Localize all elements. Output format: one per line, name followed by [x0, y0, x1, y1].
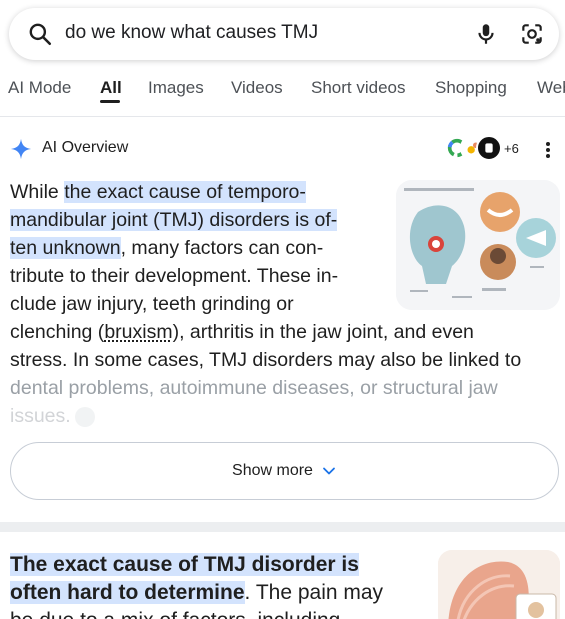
more-options-icon[interactable]: [540, 138, 556, 162]
tabs-divider: [0, 116, 565, 117]
featured-snippet-text: The exact cause of TMJ disorder is often…: [10, 551, 430, 619]
tab-ai-mode[interactable]: AI Mode: [8, 78, 71, 98]
overview-line: stress. In some cases, TMJ disorders may…: [10, 349, 522, 371]
chevron-down-icon: [323, 467, 335, 475]
snippet-line-2: often hard to determine. The pain may: [10, 581, 384, 604]
tmj-illustration-image[interactable]: [396, 180, 560, 310]
lens-camera-icon[interactable]: [519, 21, 545, 47]
tab-shopping[interactable]: Shopping: [435, 78, 507, 98]
overview-line: clude jaw injury, teeth grinding or: [10, 293, 294, 315]
active-tab-indicator: [100, 100, 120, 103]
ai-overview-title: AI Overview: [42, 139, 129, 156]
ai-sparkle-icon: [10, 138, 32, 160]
overview-line: mandibular joint (TMJ) disorders is of-: [10, 209, 338, 231]
search-input[interactable]: do we know what causes TMJ: [65, 22, 318, 44]
show-more-button[interactable]: Show more: [10, 442, 559, 500]
overview-line: While the exact cause of temporo-: [10, 181, 306, 203]
jaw-muscle-graphic: [438, 550, 560, 619]
search-bar[interactable]: do we know what causes TMJ: [9, 8, 559, 60]
snippet-line-3: be due to a mix of factors, including: [10, 607, 430, 619]
source-logo-icon: [476, 135, 502, 161]
citation-link-icon[interactable]: [74, 406, 95, 427]
search-icon[interactable]: [27, 21, 53, 47]
tmj-illustration-graphic: [396, 180, 560, 310]
bruxism-link[interactable]: bruxism: [104, 321, 172, 343]
snippet-line-1: The exact cause of TMJ disorder is: [10, 553, 359, 576]
microphone-icon[interactable]: [473, 21, 499, 47]
overview-line: dental problems, autoimmune diseases, or…: [10, 377, 498, 399]
tab-web[interactable]: Web: [537, 78, 565, 98]
tab-videos[interactable]: Videos: [231, 78, 283, 98]
show-more-label: Show more: [232, 462, 313, 479]
search-tabs: AI Mode All Images Videos Short videos S…: [0, 70, 565, 110]
overview-line: ten unknown, many factors can con-: [10, 237, 324, 259]
source-avatars[interactable]: [444, 135, 504, 163]
overview-line: clenching (bruxism), arthritis in the ja…: [10, 321, 474, 343]
tab-short-videos[interactable]: Short videos: [311, 78, 406, 98]
overview-line: issues.: [10, 402, 95, 430]
jaw-muscle-image[interactable]: [438, 550, 560, 619]
sources-count: +6: [504, 141, 519, 156]
tab-all[interactable]: All: [100, 78, 122, 98]
section-divider: [0, 522, 565, 532]
overview-line: tribute to their development. These in-: [10, 265, 339, 287]
tab-images[interactable]: Images: [148, 78, 204, 98]
